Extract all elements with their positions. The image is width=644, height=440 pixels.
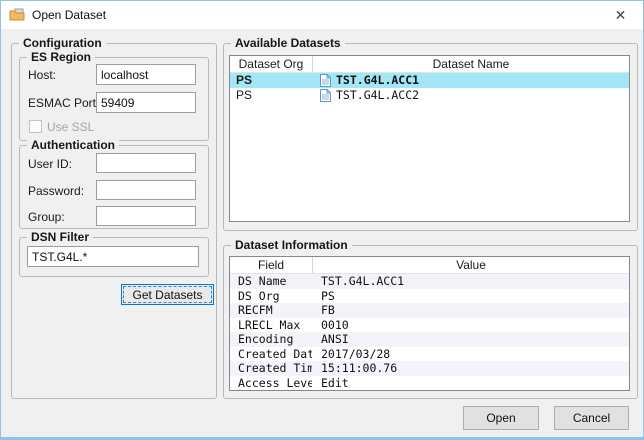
use-ssl-label: Use SSL <box>47 120 94 134</box>
folder-icon <box>9 7 25 23</box>
host-input[interactable] <box>96 64 196 85</box>
close-icon[interactable]: ✕ <box>598 1 643 29</box>
available-datasets-group-label: Available Datasets <box>231 36 345 50</box>
column-header-field[interactable]: Field <box>230 257 312 273</box>
info-row: DS OrgPS <box>230 289 629 304</box>
group-label: Group: <box>28 210 65 224</box>
dataset-information-group-label: Dataset Information <box>231 238 352 252</box>
file-icon <box>320 74 331 87</box>
info-row: Access LevelEdit <box>230 376 629 391</box>
info-field-cell: DS Name <box>230 274 312 289</box>
info-value-cell: PS <box>312 289 629 304</box>
user-id-label: User ID: <box>28 157 72 171</box>
info-row: Created Time15:11:00.76 <box>230 361 629 376</box>
dataset-name-cell: TST.G4L.ACC2 <box>312 88 629 103</box>
use-ssl-checkbox[interactable] <box>29 120 42 133</box>
esmac-port-input[interactable] <box>96 92 196 113</box>
available-datasets-list[interactable]: Dataset Org Dataset Name PSTST.G4L.ACC1P… <box>229 55 630 222</box>
open-dataset-dialog: Open Dataset ✕ Configuration ES Region H… <box>0 0 644 440</box>
esmac-port-label: ESMAC Port: <box>28 96 99 110</box>
group-input[interactable] <box>96 206 196 226</box>
password-label: Password: <box>28 184 84 198</box>
info-value-cell: Edit <box>312 376 629 391</box>
es-region-group-label: ES Region <box>27 50 95 64</box>
dataset-information-list: Field Value DS NameTST.G4L.ACC1DS OrgPSR… <box>229 256 630 391</box>
cancel-button[interactable]: Cancel <box>554 406 629 430</box>
info-row: EncodingANSI <box>230 332 629 347</box>
column-header-value[interactable]: Value <box>312 257 629 273</box>
info-row: DS NameTST.G4L.ACC1 <box>230 274 629 289</box>
password-input[interactable] <box>96 180 196 200</box>
info-value-cell: ANSI <box>312 332 629 347</box>
get-datasets-button[interactable]: Get Datasets <box>121 284 214 305</box>
dataset-name-cell: TST.G4L.ACC1 <box>312 73 629 88</box>
authentication-group-label: Authentication <box>27 138 119 152</box>
info-value-cell: 0010 <box>312 318 629 333</box>
available-datasets-header: Dataset Org Dataset Name <box>230 56 629 73</box>
column-header-dataset-name[interactable]: Dataset Name <box>312 56 629 72</box>
dataset-org-cell: PS <box>230 73 312 88</box>
dataset-row[interactable]: PS TST.G4L.ACC1 <box>230 73 629 88</box>
info-value-cell: FB <box>312 303 629 318</box>
info-field-cell: LRECL Max <box>230 318 312 333</box>
host-label: Host: <box>28 68 56 82</box>
info-field-cell: Created Date <box>230 347 312 362</box>
dsn-filter-input[interactable] <box>27 246 199 267</box>
dataset-row[interactable]: PS TST.G4L.ACC2 <box>230 88 629 103</box>
info-value-cell: 15:11:00.76 <box>312 361 629 376</box>
info-field-cell: Encoding <box>230 332 312 347</box>
info-value-cell: 2017/03/28 <box>312 347 629 362</box>
dataset-org-cell: PS <box>230 88 312 103</box>
open-button[interactable]: Open <box>463 406 539 430</box>
info-field-cell: Access Level <box>230 376 312 391</box>
dataset-name-text: TST.G4L.ACC1 <box>336 73 419 88</box>
info-row: Created Date2017/03/28 <box>230 347 629 362</box>
file-icon <box>320 89 331 102</box>
configuration-group-label: Configuration <box>19 36 106 50</box>
user-id-input[interactable] <box>96 153 196 173</box>
column-header-dataset-org[interactable]: Dataset Org <box>230 56 312 72</box>
info-value-cell: TST.G4L.ACC1 <box>312 274 629 289</box>
info-field-cell: Created Time <box>230 361 312 376</box>
info-field-cell: RECFM <box>230 303 312 318</box>
info-row: LRECL Max0010 <box>230 318 629 333</box>
dataset-information-header: Field Value <box>230 257 629 274</box>
titlebar: Open Dataset ✕ <box>1 1 643 29</box>
window-title: Open Dataset <box>32 8 106 22</box>
info-field-cell: DS Org <box>230 289 312 304</box>
info-row: RECFMFB <box>230 303 629 318</box>
dsn-filter-group-label: DSN Filter <box>27 230 93 244</box>
dataset-name-text: TST.G4L.ACC2 <box>336 88 419 103</box>
